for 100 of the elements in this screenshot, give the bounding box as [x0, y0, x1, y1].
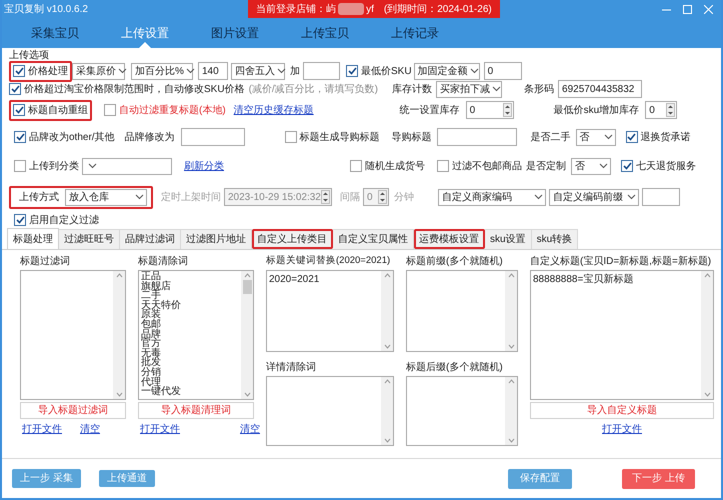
list-item[interactable]: 代理 [141, 378, 161, 388]
checkbox[interactable] [284, 131, 297, 143]
input-field[interactable] [303, 62, 340, 80]
spin-field[interactable]: 0 [645, 101, 678, 119]
link[interactable]: 打开文件 [602, 422, 642, 437]
checkbox[interactable] [14, 131, 26, 143]
scroll-down-icon[interactable] [384, 344, 390, 349]
dropdown[interactable]: 买家拍下减 [436, 80, 502, 98]
checkbox[interactable] [13, 65, 25, 77]
input-field[interactable] [436, 128, 517, 146]
dropdown[interactable]: 加固定金额 [414, 62, 480, 80]
text-area[interactable]: 2020=2021 [266, 270, 394, 352]
spin-arrows-icon[interactable] [666, 103, 676, 117]
scroll-up-icon[interactable] [384, 379, 390, 384]
list-item[interactable]: 一键代发 [141, 387, 181, 397]
maximize-icon[interactable] [683, 4, 692, 14]
tab[interactable]: 品牌过滤词 [120, 229, 181, 249]
link[interactable]: 清空 [240, 422, 260, 437]
scrollbar[interactable] [241, 271, 253, 399]
scroll-up-icon[interactable] [384, 273, 390, 278]
scroll-up-icon[interactable] [508, 379, 514, 384]
dropdown[interactable]: 自定义编码前缀 [549, 188, 639, 206]
import-button[interactable]: 导入自定义标题 [530, 402, 714, 419]
dropdown[interactable]: 否 [571, 158, 611, 174]
dropdown[interactable]: 否 [576, 128, 616, 146]
list-item[interactable]: 品牌 [141, 330, 161, 340]
dropdown[interactable]: 放入仓库 [65, 188, 147, 206]
link[interactable]: 打开文件 [140, 422, 180, 437]
scroll-down-icon[interactable] [508, 438, 514, 443]
tab[interactable]: 自定义宝贝属性 [333, 229, 414, 249]
text-area[interactable] [266, 376, 394, 446]
dropdown[interactable]: 自定义商家编码 [438, 188, 546, 206]
close-icon[interactable] [704, 4, 713, 14]
link[interactable]: 打开文件 [22, 422, 62, 437]
nav-tab[interactable]: 图片设置 [194, 18, 276, 48]
dropdown[interactable] [82, 158, 172, 174]
scrollbar[interactable] [701, 271, 713, 399]
scroll-down-icon[interactable] [244, 392, 250, 397]
list-item[interactable]: 旗舰店 [141, 282, 171, 292]
scroll-down-icon[interactable] [116, 392, 122, 397]
text-area[interactable] [406, 376, 518, 446]
list-item[interactable]: 包邮 [141, 320, 161, 330]
scroll-up-icon[interactable] [116, 273, 122, 278]
scroll-down-icon[interactable] [384, 438, 390, 443]
tab[interactable]: 标题处理 [7, 228, 59, 249]
checkbox[interactable] [14, 214, 26, 226]
checkbox[interactable] [9, 83, 21, 95]
list-item[interactable]: 天天特价 [141, 300, 181, 310]
spin-field[interactable]: 0 [466, 101, 514, 119]
scrollbar[interactable] [505, 271, 517, 351]
import-button[interactable]: 导入标题清理词 [138, 402, 254, 419]
list-item[interactable]: 批发 [141, 358, 161, 368]
scroll-down-icon[interactable] [508, 344, 514, 349]
text-area[interactable]: 88888888=宝贝新标题 [530, 270, 714, 400]
tab[interactable]: 过滤旺旺号 [59, 229, 120, 249]
scrollbar[interactable] [113, 271, 125, 399]
scroll-up-icon[interactable] [704, 273, 710, 278]
spin-arrows-icon[interactable] [502, 103, 512, 117]
list-item[interactable]: 正品 [141, 272, 161, 282]
input-field[interactable] [642, 188, 680, 206]
list-item[interactable]: 原装 [141, 310, 161, 320]
link[interactable]: 清空历史缓存标题 [234, 102, 314, 118]
tab[interactable]: 运费模板设置 [414, 229, 485, 249]
tab[interactable]: 自定义上传类目 [252, 229, 333, 249]
checkbox[interactable] [626, 131, 638, 143]
scrollbar[interactable] [505, 377, 517, 445]
list-item[interactable]: 官方 [141, 339, 161, 349]
link[interactable]: 刷新分类 [184, 158, 224, 174]
nav-tab[interactable]: 上传宝贝 [284, 18, 366, 48]
text-area[interactable] [20, 270, 126, 400]
import-button[interactable]: 导入标题过滤词 [20, 402, 126, 419]
nav-tab[interactable]: 上传记录 [374, 18, 456, 48]
scroll-down-icon[interactable] [704, 392, 710, 397]
dropdown[interactable]: 采集原价 [72, 62, 125, 80]
tab[interactable]: sku设置 [485, 229, 532, 249]
input-field[interactable]: 140 [198, 62, 228, 80]
list-item[interactable]: 无毒 [141, 348, 161, 358]
input-field[interactable] [180, 128, 245, 146]
list-item[interactable]: 分销 [141, 368, 161, 378]
scroll-up-icon[interactable] [244, 273, 250, 278]
checkbox[interactable] [13, 104, 25, 116]
dropdown[interactable]: 四舍五入 [231, 62, 285, 80]
checkbox[interactable] [104, 104, 116, 116]
scroll-up-icon[interactable] [508, 273, 514, 278]
tab[interactable]: 过滤图片地址 [181, 229, 252, 249]
checkbox[interactable] [346, 65, 358, 77]
scrollbar-thumb[interactable] [242, 280, 252, 294]
scrollbar[interactable] [381, 377, 393, 445]
input-field[interactable]: 0 [484, 62, 522, 80]
tab[interactable]: sku转换 [532, 229, 578, 249]
checkbox[interactable] [350, 160, 362, 172]
checkbox[interactable] [437, 160, 449, 172]
nav-tab[interactable]: 采集宝贝 [14, 18, 96, 48]
text-area[interactable] [406, 270, 518, 352]
scrollbar[interactable] [381, 271, 393, 351]
dropdown[interactable]: 加百分比% [131, 62, 193, 80]
list-item[interactable]: 二手 [141, 291, 161, 301]
list-box[interactable]: 正品 旗舰店 二手 天天特价 原装 包邮 品牌 官方 无毒 批发 分销 代理 一键代发 [138, 270, 254, 400]
link[interactable]: 清空 [80, 422, 100, 437]
input-field[interactable]: 6925704435832 [558, 80, 642, 98]
